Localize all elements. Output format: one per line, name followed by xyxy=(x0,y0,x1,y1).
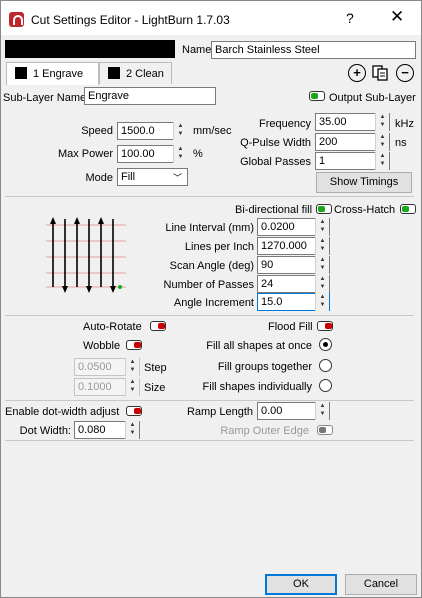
mode-value: Fill xyxy=(121,171,136,183)
angle-increment-label: Angle Increment xyxy=(173,297,254,309)
mode-select[interactable]: Fill ﹀ xyxy=(117,168,188,186)
fill-shapes-individually-radio[interactable] xyxy=(319,379,332,392)
lines-per-inch-label: Lines per Inch xyxy=(184,241,254,253)
fill-groups-together-label: Fill groups together xyxy=(217,361,312,373)
cross-hatch-toggle[interactable] xyxy=(400,204,416,214)
copy-icon[interactable] xyxy=(371,64,389,82)
dot-width-adjust-label: Enable dot-width adjust xyxy=(5,406,120,418)
chevron-down-icon: ﹀ xyxy=(172,173,182,183)
cross-hatch-label: Cross-Hatch xyxy=(334,204,396,216)
mode-label: Mode xyxy=(85,172,113,184)
auto-rotate-toggle[interactable] xyxy=(150,321,166,331)
wobble-step-spinner[interactable]: ▲ ▼ xyxy=(125,358,139,376)
divider xyxy=(5,196,414,197)
qpulse-spinner[interactable]: ▲ ▼ xyxy=(375,133,389,151)
frequency-label: Frequency xyxy=(259,118,311,130)
angle-increment-spinner[interactable]: ▲ ▼ xyxy=(315,293,329,311)
qpulse-label: Q-Pulse Width xyxy=(240,137,311,149)
auto-rotate-label: Auto-Rotate xyxy=(83,321,142,333)
scan-preview-graphic xyxy=(46,215,126,293)
fill-shapes-individually-label: Fill shapes individually xyxy=(202,381,312,393)
wobble-step-label: Step xyxy=(144,362,167,374)
frequency-spinner[interactable]: ▲ ▼ xyxy=(375,113,389,131)
ramp-outer-edge-toggle[interactable] xyxy=(317,425,333,435)
number-of-passes-spinner[interactable]: ▲ ▼ xyxy=(315,275,329,293)
divider xyxy=(5,315,414,316)
tab-label: 2 Clean xyxy=(126,68,164,80)
layer-color-icon xyxy=(15,67,27,79)
flood-fill-toggle[interactable] xyxy=(317,321,333,331)
ramp-length-spinner[interactable]: ▲ ▼ xyxy=(315,402,329,420)
dot-width-label: Dot Width: xyxy=(19,425,71,437)
max-power-unit: % xyxy=(193,148,203,160)
line-interval-spinner[interactable]: ▲ ▼ xyxy=(315,218,329,236)
fill-all-shapes-label: Fill all shapes at once xyxy=(206,340,312,352)
name-label: Name xyxy=(182,44,212,56)
dot-width-spinner[interactable]: ▲ ▼ xyxy=(125,421,139,439)
output-sublayer-toggle[interactable] xyxy=(309,91,325,101)
close-button[interactable]: ✕ xyxy=(390,7,404,27)
tab-2-clean[interactable]: 2 Clean xyxy=(99,62,172,84)
divider xyxy=(5,440,414,441)
lines-per-inch-spinner[interactable]: ▲ ▼ xyxy=(315,237,329,255)
sublayer-name-input[interactable]: Engrave xyxy=(84,87,216,105)
number-of-passes-label: Number of Passes xyxy=(163,279,254,291)
lightburn-logo-icon xyxy=(9,12,24,27)
wobble-size-spinner[interactable]: ▲ ▼ xyxy=(125,378,139,396)
fill-groups-together-radio[interactable] xyxy=(319,359,332,372)
ramp-length-label: Ramp Length xyxy=(186,406,253,418)
qpulse-unit: ns xyxy=(395,137,407,149)
minus-circle-icon[interactable]: − xyxy=(396,64,414,82)
scan-angle-label: Scan Angle (deg) xyxy=(169,260,254,272)
line-interval-label: Line Interval (mm) xyxy=(165,222,254,234)
speed-spinner[interactable]: ▲ ▼ xyxy=(173,122,187,140)
bidirectional-fill-label: Bi-directional fill xyxy=(235,204,313,216)
wobble-label: Wobble xyxy=(83,340,121,352)
speed-label: Speed xyxy=(81,125,113,137)
name-input[interactable]: Barch Stainless Steel xyxy=(211,41,416,59)
show-timings-button[interactable]: Show Timings xyxy=(316,172,412,193)
frequency-unit: kHz xyxy=(395,118,414,130)
output-sublayer-label: Output Sub-Layer xyxy=(329,92,416,104)
layer-color-swatch[interactable] xyxy=(5,40,175,58)
dot-width-adjust-toggle[interactable] xyxy=(126,406,142,416)
help-button[interactable]: ? xyxy=(346,10,354,26)
tab-1-engrave[interactable]: 1 Engrave xyxy=(6,62,99,85)
layer-color-icon xyxy=(108,67,120,79)
ok-button[interactable]: OK xyxy=(265,574,337,595)
plus-circle-icon[interactable]: + xyxy=(348,64,366,82)
sublayer-name-label: Sub-Layer Name xyxy=(3,92,87,104)
fill-all-shapes-radio[interactable] xyxy=(319,338,332,351)
bidirectional-fill-toggle[interactable] xyxy=(316,204,332,214)
title-bar: Cut Settings Editor - LightBurn 1.7.03 ?… xyxy=(1,1,421,35)
max-power-label: Max Power xyxy=(57,148,113,160)
cancel-button[interactable]: Cancel xyxy=(345,574,417,595)
wobble-size-label: Size xyxy=(144,382,166,394)
wobble-toggle[interactable] xyxy=(126,340,142,350)
scan-angle-spinner[interactable]: ▲ ▼ xyxy=(315,256,329,274)
ramp-outer-edge-label: Ramp Outer Edge xyxy=(220,425,309,437)
max-power-spinner[interactable]: ▲ ▼ xyxy=(173,145,187,163)
global-passes-spinner[interactable]: ▲ ▼ xyxy=(375,152,389,170)
divider xyxy=(5,400,414,401)
cut-settings-window: Cut Settings Editor - LightBurn 1.7.03 ?… xyxy=(0,0,422,598)
flood-fill-label: Flood Fill xyxy=(268,321,313,333)
tab-label: 1 Engrave xyxy=(33,68,84,80)
global-passes-label: Global Passes xyxy=(240,156,311,168)
window-title: Cut Settings Editor - LightBurn 1.7.03 xyxy=(31,13,230,27)
